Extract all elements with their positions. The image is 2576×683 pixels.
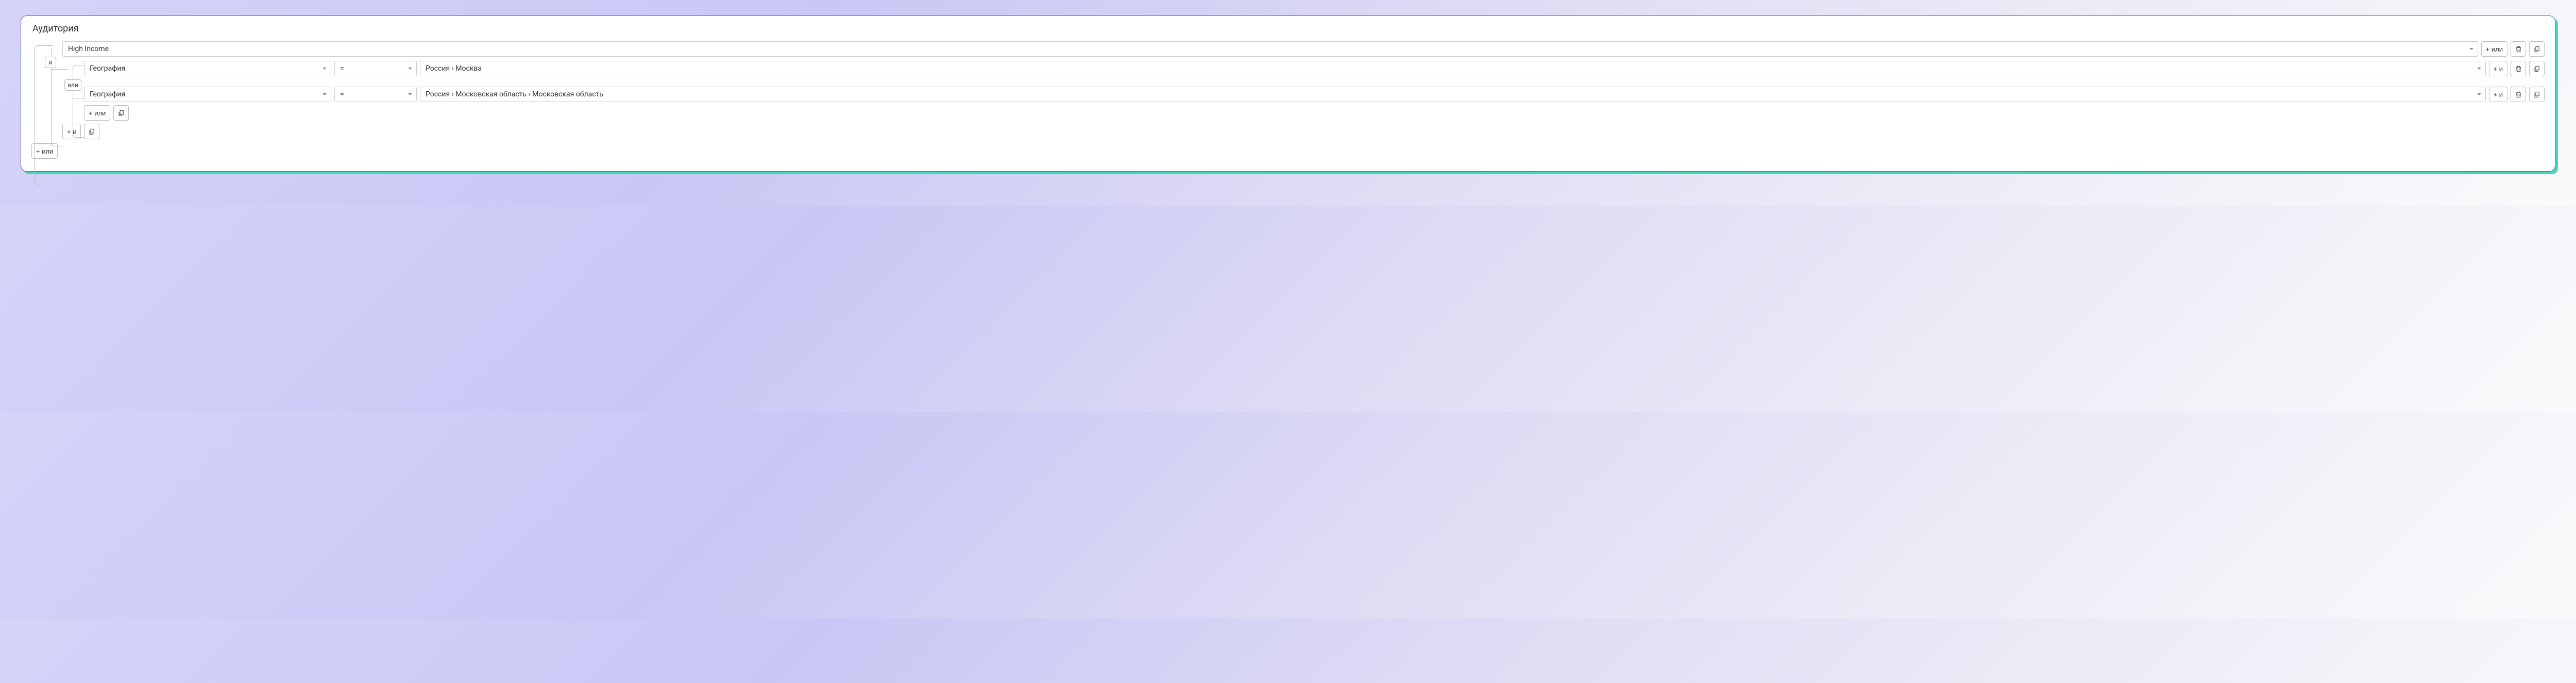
trash-icon — [2515, 45, 2522, 53]
copy-icon — [2533, 65, 2541, 73]
panel-title: Аудитория — [32, 23, 2545, 34]
add-and-button[interactable]: + и — [2489, 61, 2507, 76]
connector-elbow — [73, 130, 85, 138]
segment-row: High Income + или — [62, 41, 2545, 57]
join-and-badge[interactable]: и — [45, 57, 56, 68]
copy-icon — [117, 109, 125, 117]
add-or-label: + или — [36, 147, 53, 155]
operator-value: = — [340, 90, 344, 98]
value-text: Россия › Московская область › Московская… — [426, 90, 603, 98]
trash-icon — [2515, 91, 2522, 98]
audience-panel: Аудитория High Income + или — [21, 15, 2555, 172]
operator-select[interactable]: = — [334, 87, 417, 102]
audience-panel-wrap: Аудитория High Income + или — [21, 15, 2555, 172]
rule-builder: High Income + или и — [31, 41, 2545, 159]
delete-button[interactable] — [2511, 61, 2526, 76]
add-or-button[interactable]: + или — [2481, 41, 2507, 57]
field-select[interactable]: География — [84, 61, 331, 76]
field-value: География — [90, 90, 125, 98]
group-actions-row: + и — [62, 124, 2545, 139]
add-or-label: + или — [2486, 45, 2503, 53]
add-or-button[interactable]: + или — [84, 105, 110, 121]
delete-button[interactable] — [2511, 41, 2526, 57]
root-actions-row: + или — [31, 143, 2545, 159]
add-and-label: + и — [2494, 65, 2503, 73]
value-text: Россия › Москва — [426, 64, 482, 73]
rule-row: География = Россия › Москва + и — [84, 61, 2545, 76]
trash-icon — [2515, 65, 2522, 73]
add-or-label: + или — [89, 109, 106, 117]
rule-row: География = Россия › Московская область … — [84, 87, 2545, 102]
connector-elbow — [35, 45, 53, 51]
copy-icon — [88, 128, 96, 136]
delete-button[interactable] — [2511, 87, 2526, 102]
group-level-2: или География = Россия › Москва + и — [84, 61, 2545, 121]
join-or-badge[interactable]: или — [64, 79, 81, 91]
copy-icon — [2533, 91, 2541, 98]
field-select[interactable]: География — [84, 87, 331, 102]
copy-button[interactable] — [2529, 87, 2545, 102]
add-and-button[interactable]: + и — [2489, 87, 2507, 102]
field-value: География — [90, 64, 125, 73]
add-and-label: + и — [2494, 91, 2503, 98]
connector-elbow — [35, 178, 40, 185]
copy-button[interactable] — [2529, 41, 2545, 57]
connector-line — [51, 69, 69, 70]
operator-value: = — [340, 64, 344, 73]
copy-icon — [2533, 45, 2541, 53]
copy-button[interactable] — [84, 124, 99, 139]
operator-select[interactable]: = — [334, 61, 417, 76]
connector-elbow — [73, 65, 85, 70]
copy-button[interactable] — [113, 105, 129, 121]
segment-select[interactable]: High Income — [62, 41, 2478, 57]
connector-elbow — [51, 139, 63, 146]
copy-button[interactable] — [2529, 61, 2545, 76]
group-level-1: High Income + или и — [62, 41, 2545, 139]
group-actions-row: + или — [84, 105, 2545, 121]
value-select[interactable]: Россия › Московская область › Московская… — [420, 87, 2486, 102]
value-select[interactable]: Россия › Москва — [420, 61, 2486, 76]
segment-value: High Income — [68, 45, 109, 53]
